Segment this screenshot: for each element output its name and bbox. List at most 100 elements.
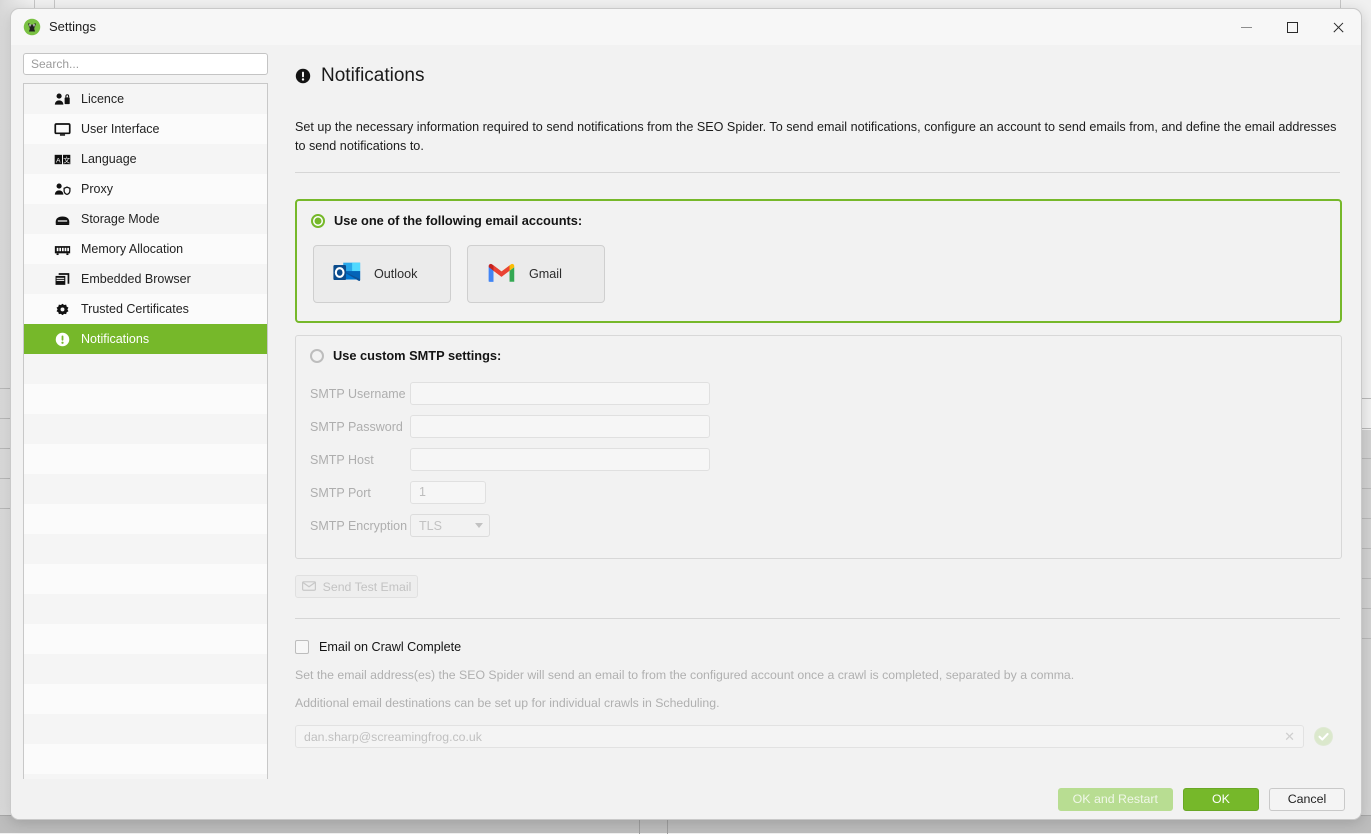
sidebar-item-user-interface[interactable]: User Interface (24, 114, 267, 144)
sidebar-item-embedded-browser[interactable]: Embedded Browser (24, 264, 267, 294)
email-accounts-panel[interactable]: Use one of the following email accounts: (295, 199, 1342, 323)
sidebar-item-licence[interactable]: Licence (24, 84, 267, 114)
smtp-encryption-select[interactable]: TLS (410, 514, 490, 537)
email-account-buttons: Outlook Gmail (297, 228, 1340, 321)
sidebar-filler-row (24, 504, 267, 534)
smtp-username-row: SMTP Username (310, 377, 1341, 410)
dialog-footer: OK and Restart OK Cancel (11, 779, 1361, 819)
use-email-accounts-label: Use one of the following email accounts: (334, 213, 582, 228)
smtp-host-input[interactable] (410, 448, 710, 471)
close-button[interactable] (1315, 9, 1361, 45)
sidebar-item-label: User Interface (81, 122, 160, 136)
svg-text:A: A (56, 157, 61, 164)
settings-content-pane: Notifications Set up the necessary infor… (283, 53, 1345, 783)
search-input[interactable] (23, 53, 268, 75)
use-custom-smtp-radio[interactable] (310, 349, 324, 363)
sidebar-item-language[interactable]: A 文 Language (24, 144, 267, 174)
send-test-email-label: Send Test Email (323, 580, 412, 594)
email-on-crawl-complete-label: Email on Crawl Complete (319, 640, 461, 654)
maximize-button[interactable] (1269, 9, 1315, 45)
crawl-complete-note-1: Set the email address(es) the SEO Spider… (295, 668, 1333, 682)
crawl-complete-note-2: Additional email destinations can be set… (295, 696, 1333, 710)
user-shield-icon (52, 181, 72, 198)
sidebar-filler-row (24, 384, 267, 414)
sidebar-item-notifications[interactable]: Notifications (24, 324, 267, 354)
sidebar-filler-row (24, 534, 267, 564)
smtp-encryption-label: SMTP Encryption (310, 519, 410, 533)
sidebar-item-trusted-certificates[interactable]: Trusted Certificates (24, 294, 267, 324)
sidebar-filler-row (24, 594, 267, 624)
smtp-port-row: SMTP Port 1 (310, 476, 1341, 509)
smtp-encryption-row: SMTP Encryption TLS (310, 509, 1341, 542)
sidebar-item-label: Notifications (81, 332, 149, 346)
exclamation-circle-icon (295, 68, 311, 84)
close-icon[interactable]: ✕ (1284, 729, 1295, 745)
sidebar-filler-row (24, 444, 267, 474)
screaming-frog-logo-icon (23, 18, 41, 36)
sidebar-item-label: Licence (81, 92, 124, 106)
email-on-crawl-complete-checkbox[interactable] (295, 640, 309, 654)
notification-email-row: dan.sharp@screamingfrog.co.uk ✕ (295, 725, 1333, 748)
use-email-accounts-radio[interactable] (311, 214, 325, 228)
ok-and-restart-button[interactable]: OK and Restart (1058, 788, 1173, 811)
outlook-account-button[interactable]: Outlook (313, 245, 451, 303)
smtp-username-input[interactable] (410, 382, 710, 405)
notification-email-input[interactable]: dan.sharp@screamingfrog.co.uk ✕ (295, 725, 1304, 748)
sidebar-item-label: Storage Mode (81, 212, 160, 226)
smtp-port-input[interactable]: 1 (410, 481, 486, 504)
exclamation-circle-icon (52, 331, 72, 348)
use-custom-smtp-label: Use custom SMTP settings: (333, 348, 501, 363)
language-icon: A 文 (52, 151, 72, 168)
page-header: Notifications (295, 65, 1345, 87)
smtp-encryption-value: TLS (419, 519, 442, 533)
envelope-icon (302, 580, 316, 594)
sidebar-filler-row (24, 744, 267, 774)
sidebar-item-label: Memory Allocation (81, 242, 183, 256)
outlook-logo-icon (332, 260, 362, 288)
sidebar-filler-row (24, 474, 267, 504)
custom-smtp-panel[interactable]: Use custom SMTP settings: SMTP Username … (295, 335, 1342, 559)
settings-sidebar[interactable]: Licence User Interface A 文 Language (23, 83, 268, 780)
gmail-account-button[interactable]: Gmail (467, 245, 605, 303)
sidebar-item-memory-allocation[interactable]: Memory Allocation (24, 234, 267, 264)
sidebar-filler-row (24, 714, 267, 744)
email-on-crawl-complete-row[interactable]: Email on Crawl Complete (295, 640, 1333, 654)
check-circle-icon (1314, 727, 1333, 746)
sidebar-filler-row (24, 654, 267, 684)
memory-chip-icon (52, 241, 72, 258)
sidebar-filler-row (24, 684, 267, 714)
divider (295, 172, 1340, 173)
smtp-host-row: SMTP Host (310, 443, 1341, 476)
chevron-down-icon (475, 523, 483, 528)
svg-text:文: 文 (63, 155, 70, 164)
window-title: Settings (49, 19, 96, 34)
database-icon (52, 211, 72, 228)
page-description: Set up the necessary information require… (295, 118, 1340, 156)
close-icon (1332, 21, 1345, 34)
gmail-logo-icon (486, 261, 517, 288)
cancel-button[interactable]: Cancel (1269, 788, 1345, 811)
sidebar-item-proxy[interactable]: Proxy (24, 174, 267, 204)
smtp-password-input[interactable] (410, 415, 710, 438)
minimize-icon (1241, 27, 1252, 28)
maximize-icon (1287, 22, 1298, 33)
user-key-icon (52, 91, 72, 108)
notification-email-value: dan.sharp@screamingfrog.co.uk (304, 730, 482, 744)
sidebar-item-storage-mode[interactable]: Storage Mode (24, 204, 267, 234)
divider-2 (295, 618, 1340, 619)
gmail-account-label: Gmail (529, 267, 562, 281)
ok-button[interactable]: OK (1183, 788, 1259, 811)
smtp-fields: SMTP Username SMTP Password SMTP Host SM… (296, 363, 1341, 558)
smtp-password-row: SMTP Password (310, 410, 1341, 443)
email-accounts-radio-row[interactable]: Use one of the following email accounts: (297, 201, 1340, 228)
sidebar-item-label: Trusted Certificates (81, 302, 189, 316)
browser-window-icon (52, 271, 72, 288)
smtp-host-label: SMTP Host (310, 453, 410, 467)
minimize-button[interactable] (1223, 9, 1269, 45)
send-test-email-button[interactable]: Send Test Email (295, 575, 418, 598)
sidebar-filler-row (24, 354, 267, 384)
smtp-port-label: SMTP Port (310, 486, 410, 500)
certificate-icon (52, 301, 72, 318)
sidebar-filler-row (24, 414, 267, 444)
custom-smtp-radio-row[interactable]: Use custom SMTP settings: (296, 336, 1341, 363)
